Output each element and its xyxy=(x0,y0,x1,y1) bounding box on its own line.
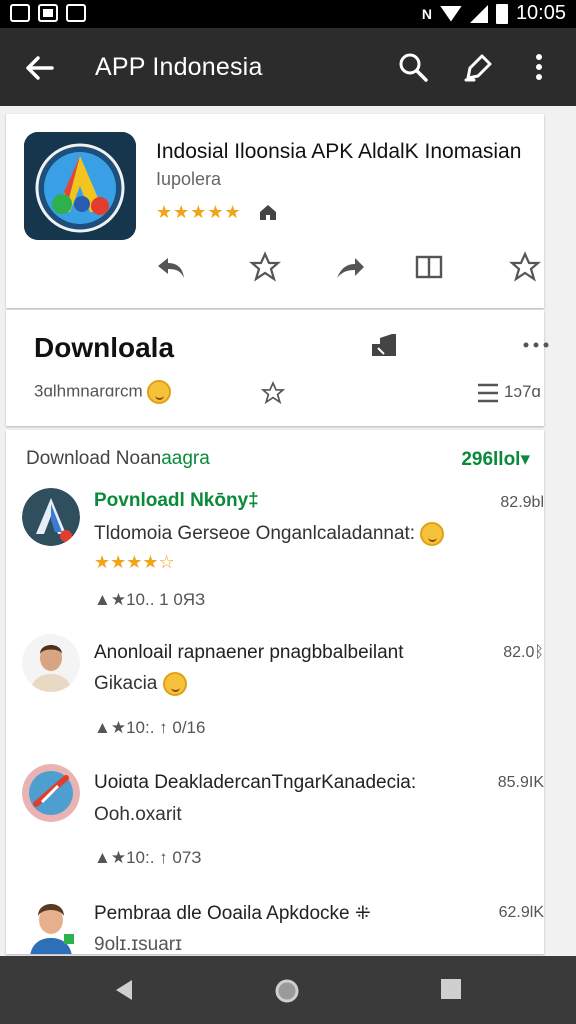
list-item[interactable]: Povnloadl Nkōny‡ 82.9bl Tldomoia Gerseoe… xyxy=(6,488,544,618)
item-description: 9olɪ.ɪsuarɪ xyxy=(94,934,182,954)
star-icon[interactable] xyxy=(508,250,542,284)
avatar xyxy=(22,634,80,692)
avatar xyxy=(22,894,80,954)
book-icon[interactable] xyxy=(412,250,446,284)
download-title: Downloala xyxy=(34,332,175,363)
home-icon xyxy=(260,205,276,220)
item-title: Uoiɑta DeakladercanTngarKanadecia: xyxy=(94,772,417,793)
list-header-prefix: Download Noan xyxy=(26,448,162,469)
image-icon xyxy=(10,4,30,22)
item-meta: ▲★10.. 1 0ЯЗ xyxy=(94,590,206,609)
page-title: APP Indonesia xyxy=(95,53,263,81)
nfc-icon: N xyxy=(421,5,432,22)
app-subtitle: Iupolera xyxy=(156,169,222,189)
item-description: Ooh.oxarit xyxy=(94,804,182,825)
back-arrow-icon[interactable] xyxy=(20,48,60,88)
item-title: Pembraa dle Ooaila Apkdocke ⁜ xyxy=(94,903,371,924)
download-bag-icon[interactable] xyxy=(368,330,402,360)
back-triangle-icon[interactable] xyxy=(112,978,136,1002)
list-header: Download Noanaagra xyxy=(26,448,210,470)
item-description-text: Tldomoia Gerseoe Onganlcaladannat: xyxy=(94,523,416,545)
item-description-text: Gikacia xyxy=(94,673,158,695)
system-nav-bar xyxy=(0,956,576,1024)
item-size: 85.9IK xyxy=(497,774,544,791)
tag-icon[interactable] xyxy=(462,50,496,84)
item-description: Tldomoia Gerseoe Onganlcaladannat: xyxy=(94,522,445,546)
item-meta: ▲★10:. ↑ 07З xyxy=(94,848,202,867)
photo-icon xyxy=(66,4,86,22)
item-size: 62.9lK xyxy=(498,904,544,921)
smile-emoji-icon xyxy=(420,522,445,546)
app-toolbar: APP Indonesia xyxy=(0,28,576,106)
message-icon xyxy=(38,4,58,22)
app-name: Indosial Iloonsia APK AldalK Inomasian xyxy=(156,140,522,163)
rating-stars: ★★★★★ xyxy=(156,202,242,222)
smile-emoji-icon xyxy=(162,672,187,696)
list-item[interactable]: Anonloail rapnaener pnagbbalbeilant 82.0… xyxy=(6,634,544,746)
avatar xyxy=(22,764,80,822)
search-icon[interactable] xyxy=(396,50,430,84)
avatar xyxy=(22,488,80,546)
item-rating-stars: ★★★★☆ xyxy=(94,552,175,572)
status-bar: N 10:05 xyxy=(0,0,576,28)
reply-icon[interactable] xyxy=(154,250,188,284)
item-title: Anonloail rapnaener pnagbbalbeilant xyxy=(94,642,404,663)
list-icon[interactable] xyxy=(476,382,500,404)
download-side-count: 1ɔ7ɑ xyxy=(504,382,541,401)
list-item[interactable]: Pembraa dle Ooaila Apkdocke ⁜ 62.9lK 9ol… xyxy=(6,894,544,954)
smile-emoji-icon xyxy=(147,380,172,404)
app-info-card: Indosial Iloonsia APK AldalK Inomasian I… xyxy=(6,114,544,308)
star-outline-icon[interactable] xyxy=(260,380,286,406)
clock: 10:05 xyxy=(515,2,566,24)
app-logo xyxy=(24,132,136,240)
wifi-icon xyxy=(439,5,462,22)
item-size: 82.9bl xyxy=(500,494,544,511)
download-card: Downloala 3ɑlhmnarɑrcm 1ɔ7ɑ xyxy=(6,310,549,426)
list-item[interactable]: Uoiɑta DeakladercanTngarKanadecia: 85.9I… xyxy=(6,764,544,884)
more-horiz-icon[interactable] xyxy=(522,340,550,350)
list-count-dropdown[interactable]: 296llol▾ xyxy=(461,448,530,471)
home-circle-icon[interactable] xyxy=(274,978,300,1004)
item-meta: ▲★10:. ↑ 0/16 xyxy=(94,718,206,737)
download-subtitle-text: 3ɑlhmnarɑrcm xyxy=(34,381,143,401)
signal-icon xyxy=(469,4,488,23)
item-title: Povnloadl Nkōny‡ xyxy=(94,490,259,511)
battery-icon xyxy=(495,3,508,24)
item-size: 82.0ᛒ xyxy=(503,644,544,661)
download-list-card: Download Noanaagra 296llol▾ Povnloadl Nk… xyxy=(6,430,544,954)
recents-square-icon[interactable] xyxy=(440,978,462,1000)
app-actions-row xyxy=(6,248,544,288)
item-description: Gikacia xyxy=(94,672,187,696)
more-vert-icon[interactable] xyxy=(522,50,556,84)
share-icon[interactable] xyxy=(333,250,367,284)
star-outline-icon[interactable] xyxy=(248,250,282,284)
download-subtitle: 3ɑlhmnarɑrcm xyxy=(34,380,172,404)
list-header-accent: aagra xyxy=(161,448,210,469)
